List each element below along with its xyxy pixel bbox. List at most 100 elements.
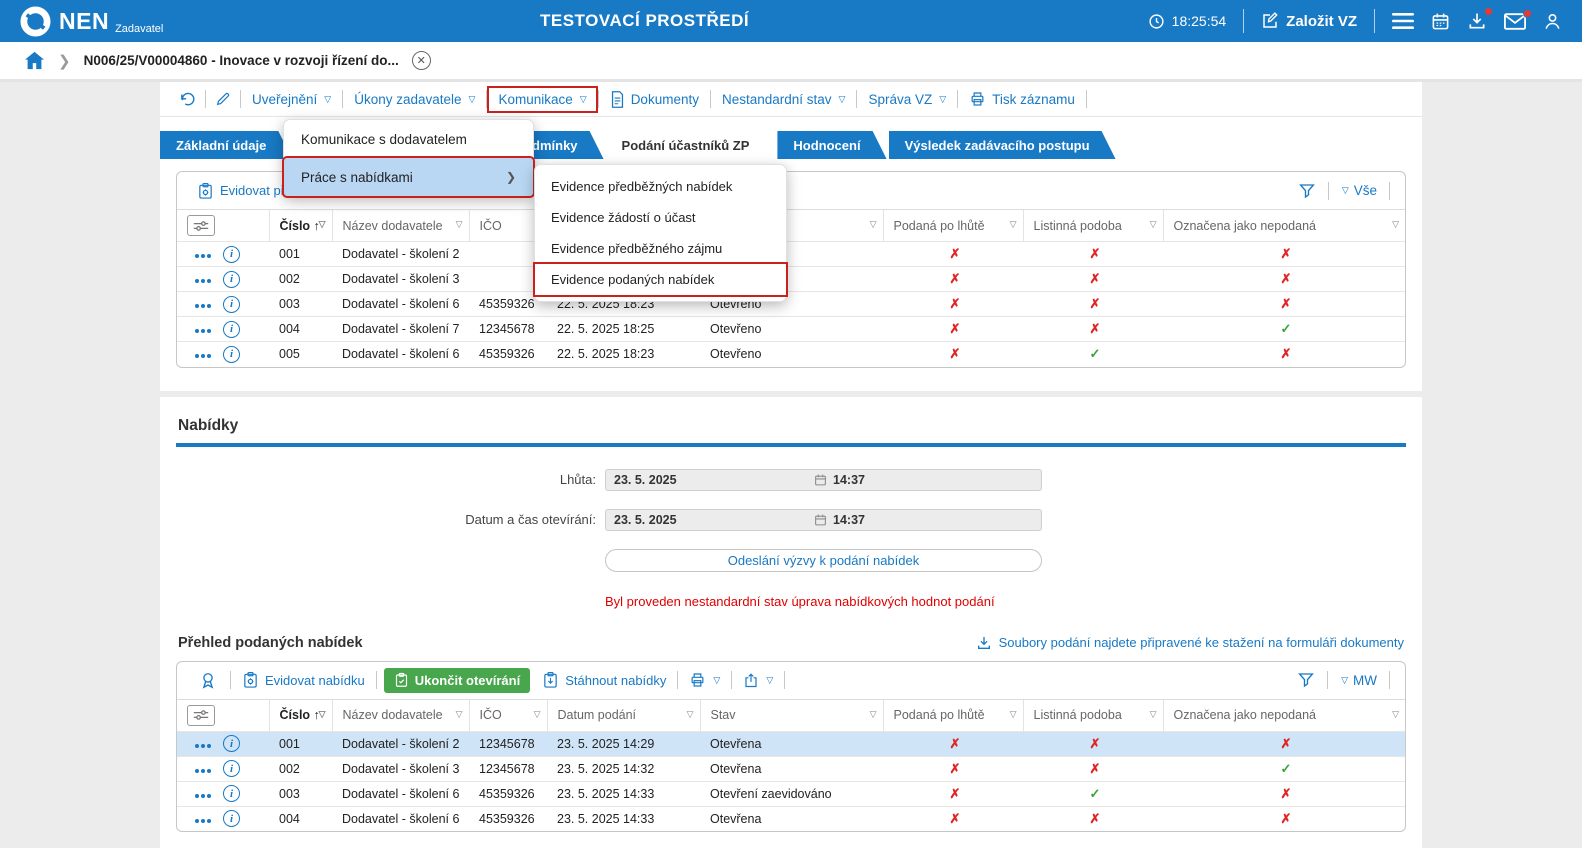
home-icon[interactable] <box>24 51 45 70</box>
evidovat-nabidku-button[interactable]: Evidovat nabídku <box>234 671 373 689</box>
history-button[interactable] <box>172 87 203 112</box>
table-row[interactable]: i002Dodavatel - školení 3Otevřeno✗✗✗ <box>177 267 1405 292</box>
profile-button[interactable] <box>1543 12 1562 31</box>
column-filter-caret[interactable]: ▽ <box>870 709 877 720</box>
row-info-button[interactable]: i <box>223 271 240 288</box>
table-row[interactable]: i005Dodavatel - školení 64535932622. 5. … <box>177 342 1405 367</box>
column-header-5[interactable]: Podaná po lhůtě▽ <box>883 210 1023 242</box>
breadcrumb-item[interactable]: N006/25/V00004860 - Inovace v rozvoji ří… <box>84 53 399 68</box>
table-row[interactable]: i003Dodavatel - školení 64535932622. 5. … <box>177 292 1405 317</box>
table-row[interactable]: i001Dodavatel - školení 2Otevřeno✗✗✗ <box>177 242 1405 267</box>
breadcrumb-close-icon[interactable]: ✕ <box>412 51 431 70</box>
column-settings-icon[interactable] <box>187 705 215 726</box>
column-header-0[interactable]: Číslo ↑▽ <box>269 210 332 242</box>
menu-dokumenty[interactable]: Dokumenty <box>601 87 708 112</box>
row-menu-button[interactable] <box>195 247 213 261</box>
row-menu-button[interactable] <box>195 322 213 336</box>
print-table-button[interactable]: ▽ <box>681 672 728 688</box>
table-row[interactable]: i004Dodavatel - školení 64535932623. 5. … <box>177 806 1405 831</box>
row-menu-button[interactable] <box>195 297 213 311</box>
column-filter-caret[interactable]: ▽ <box>1392 219 1399 230</box>
menu-uverejneni[interactable]: Uveřejnění▽ <box>243 88 340 111</box>
create-vz-button[interactable]: Založit VZ <box>1261 12 1357 30</box>
table-row[interactable]: i001Dodavatel - školení 21234567823. 5. … <box>177 731 1405 756</box>
column-filter-caret[interactable]: ▽ <box>456 709 463 720</box>
column-filter-caret[interactable]: ▽ <box>1150 709 1157 720</box>
oteviranie-date-value[interactable]: 23. 5. 2025 <box>606 513 814 527</box>
table-row[interactable]: i003Dodavatel - školení 64535932623. 5. … <box>177 781 1405 806</box>
view-filter-dropdown[interactable]: ▽Vše <box>1341 183 1377 198</box>
column-filter-caret[interactable]: ▽ <box>870 219 877 230</box>
calendar-icon[interactable] <box>814 473 827 487</box>
column-filter-caret[interactable]: ▽ <box>319 219 326 230</box>
award-button[interactable] <box>189 671 227 690</box>
tab-0[interactable]: Základní údaje <box>160 131 292 159</box>
column-header-7[interactable]: Označena jako nepodaná▽ <box>1163 210 1405 242</box>
row-menu-button[interactable] <box>195 272 213 286</box>
tab-5[interactable]: Výsledek zadávacího postupu <box>889 131 1116 159</box>
lhuta-time-value[interactable]: 14:37 <box>827 473 865 487</box>
view-filter-dropdown[interactable]: ▽MW <box>1340 673 1377 688</box>
column-filter-caret[interactable]: ▽ <box>1010 219 1017 230</box>
odeslani-vyzvy-button[interactable]: Odeslání výzvy k podání nabídek <box>605 549 1042 572</box>
column-settings-icon[interactable] <box>187 215 215 236</box>
column-filter-caret[interactable]: ▽ <box>1150 219 1157 230</box>
submenu-item-evidence-predbeznych-nabidek[interactable]: Evidence předběžných nabídek <box>535 171 786 202</box>
column-filter-caret[interactable]: ▽ <box>319 709 326 720</box>
column-header-1[interactable]: Název dodavatele▽ <box>332 699 469 731</box>
nen-logo[interactable]: NEN Zadavatel <box>20 6 163 37</box>
column-filter-caret[interactable]: ▽ <box>1392 709 1399 720</box>
ukoncit-oteviranie-button[interactable]: Ukončit otevírání <box>384 668 530 693</box>
column-header-3[interactable]: Datum podání▽ <box>547 699 700 731</box>
stahnout-nabidky-button[interactable]: Stáhnout nabídky <box>534 671 674 689</box>
column-filter-caret[interactable]: ▽ <box>687 709 694 720</box>
menu-tisk-zaznamu[interactable]: Tisk záznamu <box>960 87 1084 111</box>
column-header-2[interactable]: IČO▽ <box>469 699 547 731</box>
row-menu-button[interactable] <box>195 787 213 801</box>
row-info-button[interactable]: i <box>223 321 240 338</box>
row-info-button[interactable]: i <box>223 246 240 263</box>
column-filter-caret[interactable]: ▽ <box>1010 709 1017 720</box>
menu-item-komunikace-s-dodavatelem[interactable]: Komunikace s dodavatelem <box>284 120 533 158</box>
main-menu-button[interactable] <box>1392 12 1414 30</box>
submenu-item-evidence-podanych-nabidek[interactable]: Evidence podaných nabídek <box>535 264 786 295</box>
column-filter-caret[interactable]: ▽ <box>534 709 541 720</box>
column-header-6[interactable]: Listinná podoba▽ <box>1023 210 1163 242</box>
column-filter-caret[interactable]: ▽ <box>456 219 463 230</box>
row-info-button[interactable]: i <box>223 296 240 313</box>
submenu-item-evidence-zadosti-o-ucast[interactable]: Evidence žádostí o účast <box>535 202 786 233</box>
menu-sprava-vz[interactable]: Správa VZ▽ <box>859 88 955 111</box>
row-menu-button[interactable] <box>195 812 213 826</box>
column-header-7[interactable]: Označena jako nepodaná▽ <box>1163 699 1405 731</box>
tab-3[interactable]: Podání účastníků ZP <box>606 131 776 159</box>
column-header-5[interactable]: Podaná po lhůtě▽ <box>883 699 1023 731</box>
row-info-button[interactable]: i <box>223 810 240 827</box>
column-header-0[interactable]: Číslo ↑▽ <box>269 699 332 731</box>
column-header-4[interactable]: Stav▽ <box>700 699 883 731</box>
messages-button[interactable] <box>1504 13 1526 30</box>
column-header-6[interactable]: Listinná podoba▽ <box>1023 699 1163 731</box>
menu-ukony-zadavatele[interactable]: Úkony zadavatele▽ <box>345 88 484 111</box>
lhuta-date-value[interactable]: 23. 5. 2025 <box>606 473 814 487</box>
table-row[interactable]: i004Dodavatel - školení 71234567822. 5. … <box>177 317 1405 342</box>
menu-nestandardni-stav[interactable]: Nestandardní stav▽ <box>713 88 854 111</box>
edit-record-button[interactable] <box>208 87 238 111</box>
oteviranie-time-value[interactable]: 14:37 <box>827 513 865 527</box>
filter-funnel-icon[interactable] <box>1298 182 1316 200</box>
menu-item-prace-s-nabidkami[interactable]: Práce s nabídkami ❯ <box>284 158 533 196</box>
row-menu-button[interactable] <box>195 737 213 751</box>
row-menu-button[interactable] <box>195 347 213 361</box>
tab-4[interactable]: Hodnocení <box>777 131 886 159</box>
calendar-icon[interactable] <box>814 513 827 527</box>
row-info-button[interactable]: i <box>223 760 240 777</box>
export-button[interactable]: ▽ <box>735 672 781 689</box>
calendar-button[interactable] <box>1431 12 1450 31</box>
download-files-link[interactable]: Soubory podání najdete připravené ke sta… <box>976 635 1404 651</box>
row-info-button[interactable]: i <box>223 785 240 802</box>
row-info-button[interactable]: i <box>223 735 240 752</box>
filter-funnel-icon[interactable] <box>1297 671 1315 689</box>
menu-komunikace[interactable]: Komunikace▽ <box>489 88 595 111</box>
submenu-item-evidence-predbezneho-zajmu[interactable]: Evidence předběžného zájmu <box>535 233 786 264</box>
row-menu-button[interactable] <box>195 762 213 776</box>
table-row[interactable]: i002Dodavatel - školení 31234567823. 5. … <box>177 756 1405 781</box>
